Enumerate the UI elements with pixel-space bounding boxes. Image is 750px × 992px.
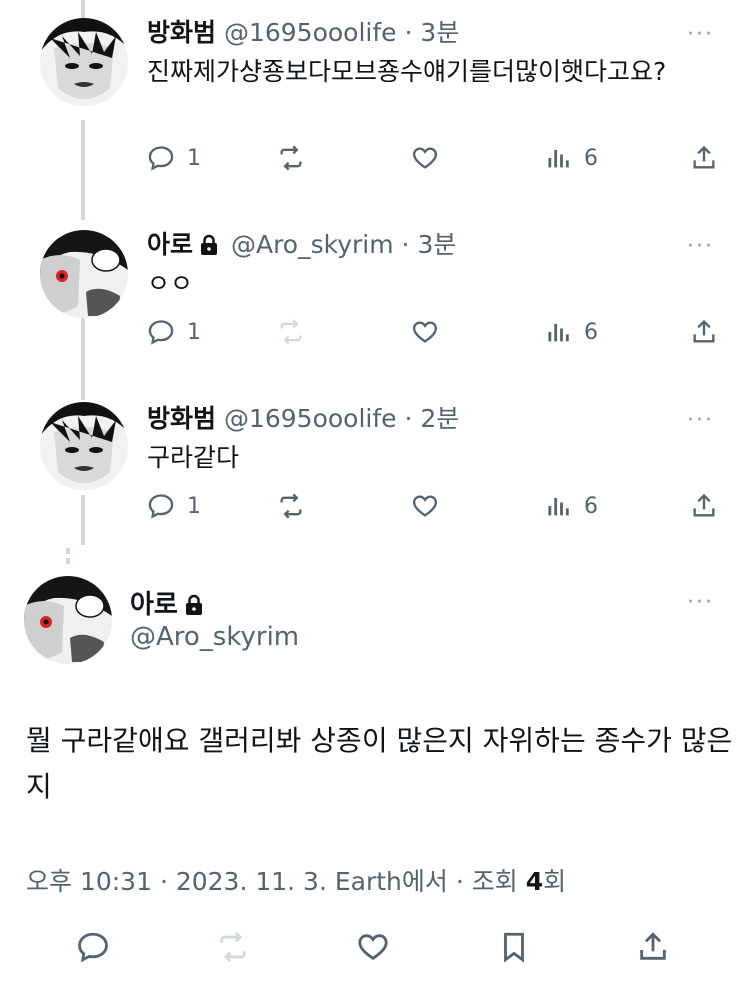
more-options-icon[interactable]: ··· <box>687 22 714 47</box>
share-button[interactable] <box>690 492 718 520</box>
reply-button[interactable]: 1 <box>147 318 201 346</box>
tweet-metadata: 오후 10:31 · 2023. 11. 3. Earth에서 · 조회 4회 <box>26 862 566 898</box>
tweet-actions: 1 6 <box>147 318 722 352</box>
tweet-header: 아로 @Aro_skyrim · 3분 <box>147 228 456 265</box>
user-handle[interactable]: @Aro_skyrim <box>130 622 299 652</box>
display-name[interactable]: 방화범 <box>147 404 216 433</box>
tweet-text: 진짜제가샹죵보다모브죵수얘기를더많이햇다고요? <box>147 57 667 86</box>
retweet-icon <box>220 931 246 963</box>
retweet-button[interactable] <box>277 492 305 520</box>
timestamp[interactable]: 오후 10:31 · 2023. 11. 3. Earth에서 · 조회 <box>26 867 518 896</box>
heart-icon <box>413 495 437 517</box>
thread-line-dotted <box>66 548 70 554</box>
reply-tweet[interactable]: 아로 @Aro_skyrim · 3분 ··· ㅇㅇ 1 6 <box>0 228 750 378</box>
reply-button[interactable]: 1 <box>147 144 201 172</box>
heart-icon <box>413 147 437 169</box>
like-button[interactable] <box>411 318 439 346</box>
user-handle[interactable]: @Aro_skyrim <box>231 230 394 259</box>
retweet-button-disabled <box>277 318 305 346</box>
views-button[interactable]: 6 <box>544 492 598 520</box>
reply-button[interactable]: 1 <box>147 492 201 520</box>
timestamp[interactable]: · 3분 <box>402 230 457 259</box>
like-button[interactable] <box>356 930 390 964</box>
views-count: 6 <box>584 319 598 345</box>
more-options-icon[interactable]: ··· <box>687 234 714 259</box>
heart-icon <box>358 934 388 960</box>
retweet-icon <box>280 319 302 345</box>
tweet-header: 방화범 @1695ooolife · 2분 <box>147 402 459 436</box>
reply-count: 1 <box>187 319 201 345</box>
user-handle[interactable]: @1695ooolife <box>224 404 397 433</box>
display-name-text: 아로 <box>130 590 178 620</box>
avatar[interactable] <box>24 576 112 664</box>
retweet-button[interactable] <box>277 144 305 172</box>
avatar[interactable] <box>40 402 128 490</box>
manga-avatar-icon <box>40 18 128 106</box>
avatar[interactable] <box>40 230 128 318</box>
manga-avatar-icon <box>40 230 128 318</box>
retweet-icon <box>280 493 302 519</box>
manga-avatar-icon <box>24 576 112 664</box>
share-icon <box>693 145 715 169</box>
reply-icon <box>148 146 174 171</box>
reply-tweet[interactable]: 방화범 @1695ooolife · 2분 ··· 구라같다 1 6 <box>0 402 750 532</box>
display-name[interactable]: 아로 <box>130 584 208 623</box>
thread-line-dotted <box>66 558 70 564</box>
reply-icon <box>78 932 108 963</box>
reply-button[interactable] <box>76 930 110 964</box>
views-suffix: 회 <box>543 867 567 896</box>
reply-count: 1 <box>187 145 201 171</box>
reply-icon <box>148 494 174 519</box>
views-count: 6 <box>584 493 598 519</box>
lock-icon <box>184 593 204 623</box>
timestamp[interactable]: · 2분 <box>405 404 460 433</box>
more-options-icon[interactable]: ··· <box>687 408 714 433</box>
reply-icon <box>148 320 174 345</box>
reply-tweet[interactable]: 방화범 @1695ooolife · 3분 ··· 진짜제가샹죵보다모브죵수얘기… <box>0 16 750 196</box>
avatar[interactable] <box>40 18 128 106</box>
bookmark-button[interactable] <box>497 930 531 964</box>
reply-count: 1 <box>187 493 201 519</box>
tweet-text: 구라같다 <box>147 443 240 472</box>
tweet-text: 뭘 구라같애요 갤러리봐 상종이 많은지 자위하는 종수가 많은지 <box>26 724 733 803</box>
display-name[interactable]: 아로 <box>147 230 193 259</box>
share-button[interactable] <box>690 144 718 172</box>
views-button[interactable]: 6 <box>544 318 598 346</box>
tweet-actions: 1 6 <box>147 492 722 526</box>
more-options-icon[interactable]: ··· <box>687 590 714 615</box>
views-icon <box>548 149 569 168</box>
lock-icon <box>199 231 219 265</box>
retweet-icon <box>280 145 302 171</box>
tweet-header: 방화범 @1695ooolife · 3분 <box>147 16 459 50</box>
display-name[interactable]: 방화범 <box>147 18 216 47</box>
tweet-actions: 1 6 <box>147 144 722 178</box>
share-button[interactable] <box>690 318 718 346</box>
tweet-actions <box>0 930 750 970</box>
share-button[interactable] <box>636 930 670 964</box>
retweet-button-disabled <box>216 930 250 964</box>
like-button[interactable] <box>411 492 439 520</box>
views-icon <box>548 497 569 516</box>
heart-icon <box>413 321 437 343</box>
views-button[interactable]: 6 <box>544 144 598 172</box>
tweet-text: ㅇㅇ <box>147 269 194 298</box>
share-icon <box>693 493 715 517</box>
share-icon <box>640 932 666 960</box>
user-handle[interactable]: @1695ooolife <box>224 18 397 47</box>
bookmark-icon <box>504 932 524 963</box>
views-icon <box>548 323 569 342</box>
manga-avatar-icon <box>40 402 128 490</box>
like-button[interactable] <box>411 144 439 172</box>
views-count: 4 <box>525 867 544 896</box>
views-count: 6 <box>584 145 598 171</box>
timestamp[interactable]: · 3분 <box>405 18 460 47</box>
share-icon <box>693 319 715 343</box>
